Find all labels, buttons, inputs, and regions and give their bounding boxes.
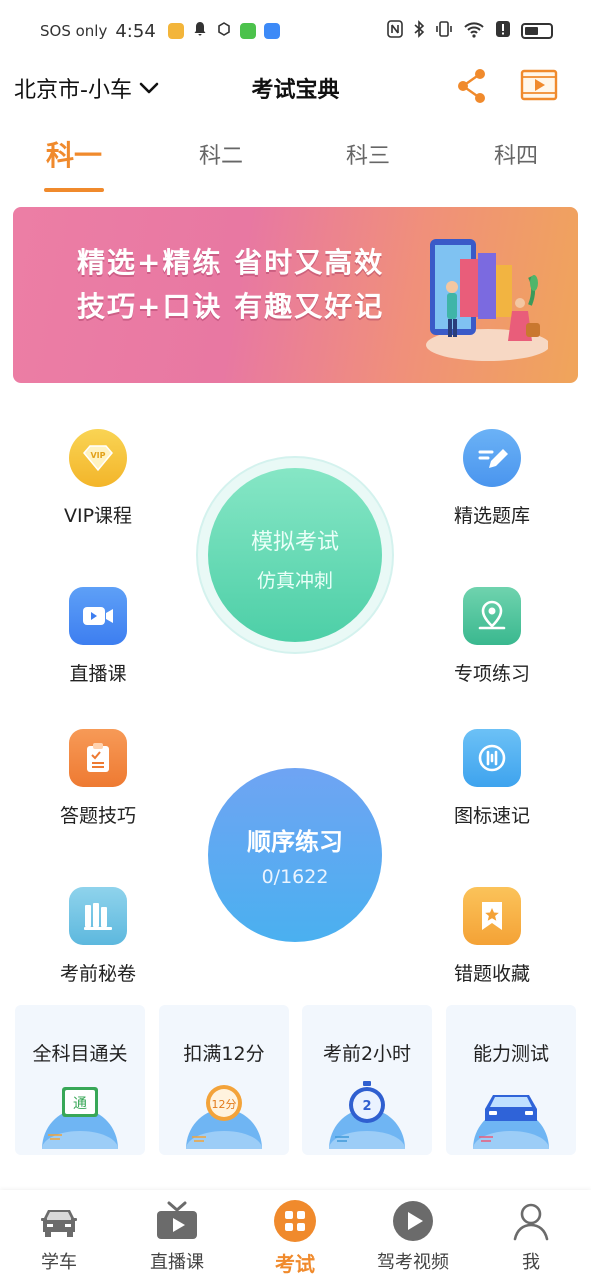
clipboard-icon <box>69 729 127 787</box>
pass-badge-text: 通 <box>73 1096 87 1112</box>
answer-tips-entry[interactable]: 答题技巧 <box>28 729 168 828</box>
tab-subject-4[interactable]: 科四 <box>466 138 566 170</box>
timer-badge-text: 2 <box>362 1099 371 1114</box>
bookmark-star-icon <box>463 887 521 945</box>
ability-test-card[interactable]: 能力测试 <box>446 1005 576 1155</box>
all-subjects-pass-card[interactable]: 全科目通关 通 <box>15 1005 145 1155</box>
live-course-entry[interactable]: 直播课 <box>28 587 168 686</box>
mistake-collection-entry[interactable]: 错题收藏 <box>422 887 562 986</box>
secret-paper-entry[interactable]: 考前秘卷 <box>28 887 168 986</box>
status-bar: SOS only 4:54 <box>0 0 591 62</box>
nav-driving-videos[interactable]: 驾考视频 <box>354 1190 472 1274</box>
mock-exam-subtitle: 仿真冲刺 <box>256 570 333 592</box>
wifi-icon <box>463 20 485 42</box>
answer-tips-label: 答题技巧 <box>59 805 136 827</box>
tab-subject-3[interactable]: 科三 <box>318 138 418 170</box>
nav-label: 我 <box>522 1252 540 1273</box>
exam-grid-icon <box>272 1198 318 1244</box>
vibrate-icon <box>435 20 453 42</box>
secret-paper-label: 考前秘卷 <box>59 963 136 985</box>
share-icon[interactable] <box>456 68 488 103</box>
clock: 4:54 <box>115 20 156 42</box>
alert-icon <box>495 20 511 42</box>
nav-learn-driving[interactable]: 学车 <box>0 1190 118 1274</box>
books-icon <box>69 887 127 945</box>
nav-exam[interactable]: 考试 <box>236 1190 354 1277</box>
bluetooth-icon <box>413 20 425 42</box>
vip-course-label: VIP课程 <box>63 505 133 527</box>
bird-app-icon <box>263 23 280 39</box>
pass-badge-icon: 通 <box>42 1087 118 1149</box>
banner-line-2: 技巧+口诀 有趣又好记 <box>77 290 385 323</box>
bell-icon <box>192 21 208 41</box>
mistake-collection-label: 错题收藏 <box>453 963 530 985</box>
sign-memo-label: 图标速记 <box>453 805 530 827</box>
mock-exam-title: 模拟考试 <box>250 530 339 555</box>
card-label: 全科目通关 <box>32 1043 128 1065</box>
score-badge-text: 12分 <box>212 1098 237 1111</box>
wechat-icon <box>239 23 256 39</box>
page-title: 考试宝典 <box>251 78 340 103</box>
sequential-practice-progress: 0/1622 <box>261 866 329 888</box>
active-tab-indicator <box>44 188 104 192</box>
banner-line-1: 精选+精练 省时又高效 <box>77 246 385 279</box>
car-test-icon <box>473 1095 549 1149</box>
svg-text:VIP: VIP <box>90 451 105 460</box>
card-label: 扣满12分 <box>183 1043 265 1065</box>
bottom-navigation: 学车 直播课 考试 驾考视频 我 <box>0 1190 591 1280</box>
nav-label: 考试 <box>275 1252 315 1276</box>
sequential-practice-title: 顺序练习 <box>247 828 343 856</box>
nav-label: 驾考视频 <box>377 1252 449 1273</box>
promo-banner[interactable]: 精选+精练 省时又高效 技巧+口诀 有趣又好记 <box>13 207 578 383</box>
study-illustration-icon <box>408 227 550 367</box>
live-course-label: 直播课 <box>69 663 127 685</box>
car-icon <box>36 1198 82 1244</box>
vip-course-entry[interactable]: VIP VIP课程 <box>28 429 168 528</box>
box-icon <box>216 21 232 41</box>
special-practice-entry[interactable]: 专项练习 <box>422 587 562 686</box>
subject-tabs: 科一 科二 科三 科四 <box>0 130 591 200</box>
card-label: 考前2小时 <box>322 1043 412 1065</box>
traffic-sign-icon <box>463 729 521 787</box>
nav-live[interactable]: 直播课 <box>118 1190 236 1274</box>
card-label: 能力测试 <box>472 1043 549 1065</box>
tv-icon <box>154 1198 200 1244</box>
sequential-practice-button[interactable]: 顺序练习 0/1622 <box>208 768 382 942</box>
pencil-icon <box>463 429 521 487</box>
question-bank-label: 精选题库 <box>453 505 530 527</box>
camera-icon <box>69 587 127 645</box>
stopwatch-icon: 2 <box>329 1081 405 1149</box>
nav-label: 直播课 <box>150 1252 204 1273</box>
mock-exam-button[interactable]: 模拟考试 仿真冲刺 <box>208 468 382 642</box>
nav-label: 学车 <box>41 1252 77 1273</box>
score-12-icon: 12分 <box>186 1085 262 1149</box>
special-practice-label: 专项练习 <box>453 663 530 685</box>
question-bank-entry[interactable]: 精选题库 <box>422 429 562 528</box>
sign-memo-entry[interactable]: 图标速记 <box>422 729 562 828</box>
video-icon[interactable] <box>520 68 558 102</box>
play-icon <box>390 1198 436 1244</box>
two-hours-before-card[interactable]: 考前2小时 2 <box>302 1005 432 1155</box>
location-pin-icon <box>463 587 521 645</box>
nav-me[interactable]: 我 <box>472 1190 590 1274</box>
deducted-12-card[interactable]: 扣满12分 12分 <box>159 1005 289 1155</box>
battery-icon <box>521 23 553 39</box>
vip-diamond-icon: VIP <box>69 429 127 487</box>
nfc-icon <box>387 20 403 42</box>
tab-subject-2[interactable]: 科二 <box>171 138 271 170</box>
person-icon <box>508 1198 554 1244</box>
tab-subject-1[interactable]: 科一 <box>24 134 124 174</box>
top-header: 北京市-小车 考试宝典 <box>0 62 591 112</box>
carrier-text: SOS only <box>40 22 108 40</box>
notification-app-icon <box>167 23 184 39</box>
